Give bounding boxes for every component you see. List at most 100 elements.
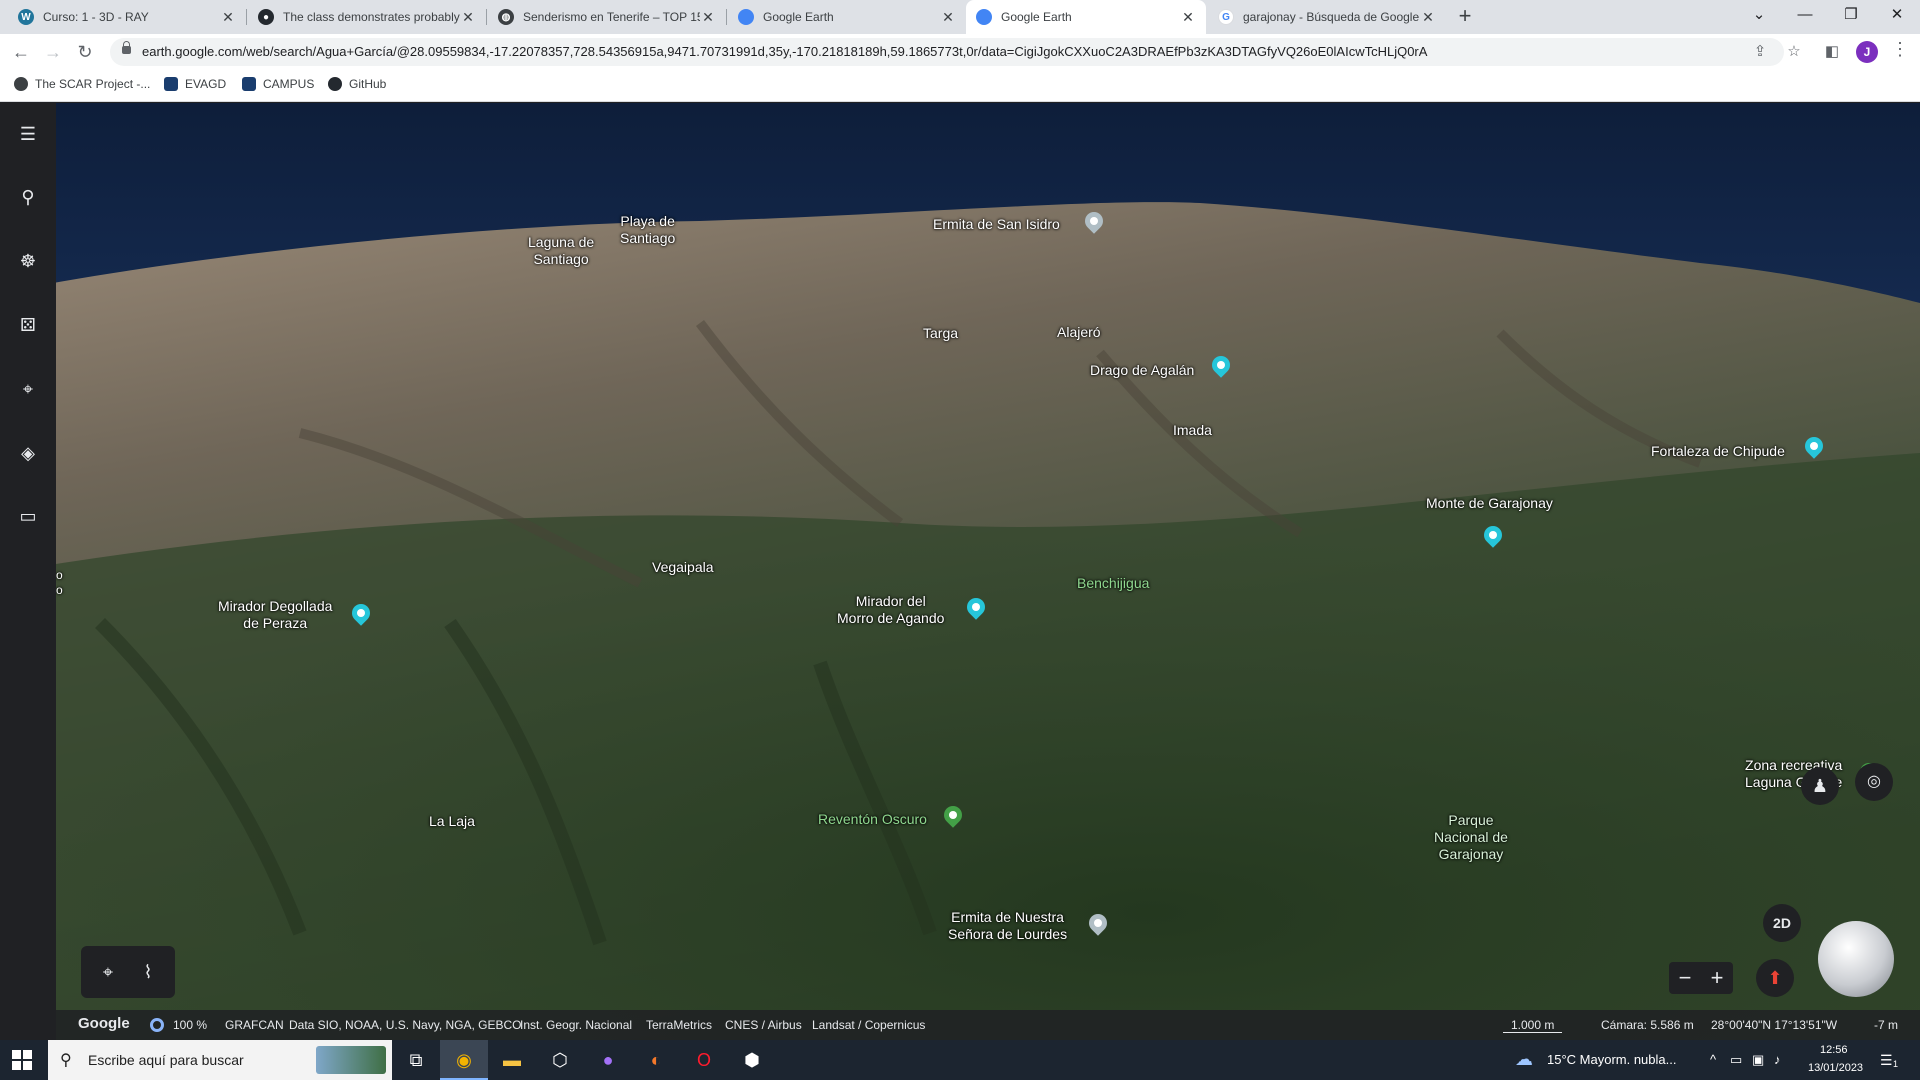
earth-viewport[interactable]: Playa de Santiago Laguna de Santiago Erm… bbox=[0, 103, 1920, 1040]
close-icon[interactable]: ✕ bbox=[700, 9, 716, 26]
zoom-out-button[interactable]: − bbox=[1669, 962, 1701, 994]
blender-icon[interactable]: ◐ bbox=[632, 1040, 680, 1080]
place-label[interactable]: Fortaleza de Chipude bbox=[1651, 443, 1785, 460]
close-icon[interactable]: ✕ bbox=[940, 9, 956, 26]
elevation: -7 m bbox=[1874, 1018, 1898, 1032]
network-icon[interactable]: ▣ bbox=[1752, 1052, 1764, 1068]
tab-title: The class demonstrates probably bbox=[283, 10, 460, 24]
tab-title: Google Earth bbox=[763, 10, 834, 24]
task-view-icon[interactable]: ⧉ bbox=[392, 1040, 440, 1080]
bookmark-campus[interactable]: CAMPUS bbox=[242, 77, 314, 91]
place-label[interactable]: La Laja bbox=[429, 813, 475, 830]
bookmark-label: CAMPUS bbox=[263, 77, 315, 91]
place-label[interactable]: Drago de Agalán bbox=[1090, 362, 1194, 379]
search-highlight-image[interactable] bbox=[316, 1046, 386, 1074]
close-window-button[interactable]: ✕ bbox=[1874, 0, 1920, 30]
notifications-icon[interactable]: ☰ bbox=[1880, 1052, 1893, 1069]
address-bar[interactable]: earth.google.com/web/search/Agua+García/… bbox=[110, 38, 1784, 66]
browser-menu-icon[interactable]: ⋮ bbox=[1890, 39, 1910, 60]
map-style-icon[interactable]: ◈ bbox=[14, 439, 42, 467]
zoom-in-button[interactable]: + bbox=[1701, 962, 1733, 994]
file-explorer-icon[interactable]: ▬ bbox=[488, 1040, 536, 1080]
place-label[interactable]: Playa de Santiago bbox=[620, 213, 675, 247]
projects-icon[interactable]: ⌖ bbox=[14, 375, 42, 403]
tab-google-earth-active[interactable]: Google Earth ✕ bbox=[966, 0, 1206, 34]
place-label[interactable]: Parque Nacional de Garajonay bbox=[1434, 812, 1508, 863]
place-label[interactable]: Laguna de Santiago bbox=[528, 234, 594, 268]
bookmark-evagd[interactable]: EVAGD bbox=[164, 77, 226, 91]
voyager-icon[interactable]: ☸ bbox=[14, 247, 42, 275]
place-label[interactable]: Ermita de San Isidro bbox=[933, 216, 1060, 233]
new-tab-button[interactable]: + bbox=[1452, 4, 1478, 30]
terrain-imagery[interactable] bbox=[0, 103, 1920, 1040]
hamburger-menu-icon[interactable]: ☰ bbox=[14, 120, 42, 148]
tab-senderismo[interactable]: ◍ Senderismo en Tenerife – TOP 15 ✕ bbox=[488, 0, 726, 34]
place-label[interactable]: Alajeró bbox=[1057, 324, 1101, 341]
close-icon[interactable]: ✕ bbox=[460, 9, 476, 26]
restore-button[interactable]: ❐ bbox=[1828, 0, 1874, 30]
weather-icon[interactable]: ☁ bbox=[1515, 1049, 1533, 1070]
tab-google-search[interactable]: G garajonay - Búsqueda de Google ✕ bbox=[1208, 0, 1446, 34]
close-icon[interactable]: ✕ bbox=[1180, 9, 1196, 26]
browser-toolbar: ← → ↻ earth.google.com/web/search/Agua+G… bbox=[0, 34, 1920, 70]
bookmark-star-icon[interactable]: ☆ bbox=[1784, 42, 1804, 62]
place-label[interactable]: Ermita de Nuestra Señora de Lourdes bbox=[948, 909, 1067, 943]
minimize-button[interactable]: — bbox=[1782, 0, 1828, 30]
attribution-source[interactable]: Data SIO, NOAA, U.S. Navy, NGA, GEBCO bbox=[289, 1018, 522, 1032]
attribution-source[interactable]: Inst. Geogr. Nacional bbox=[520, 1018, 632, 1032]
add-placemark-icon[interactable]: ⌖ bbox=[95, 959, 121, 985]
tab-search-button[interactable]: ⌄ bbox=[1736, 0, 1782, 30]
side-panel-icon[interactable]: ◧ bbox=[1822, 42, 1842, 62]
my-location-icon[interactable]: ◎ bbox=[1855, 763, 1893, 801]
attribution-source[interactable]: GRAFCAN bbox=[225, 1018, 284, 1032]
profile-avatar[interactable]: J bbox=[1856, 41, 1878, 63]
pegman-icon[interactable]: ♟ bbox=[1801, 767, 1839, 805]
scale-bar[interactable]: 1.000 m bbox=[1503, 1018, 1563, 1033]
taskbar-search[interactable]: ⚲ Escribe aquí para buscar bbox=[48, 1040, 392, 1080]
windows-start-icon[interactable] bbox=[12, 1050, 32, 1070]
bookmark-github[interactable]: GitHub bbox=[328, 77, 386, 91]
unity-icon[interactable]: ⬡ bbox=[536, 1040, 584, 1080]
unity-hub-icon[interactable]: ⬢ bbox=[728, 1040, 776, 1080]
close-icon[interactable]: ✕ bbox=[1420, 9, 1436, 26]
place-label[interactable]: Targa bbox=[923, 325, 958, 342]
clock-time[interactable]: 12:56 bbox=[1820, 1044, 1848, 1056]
place-label[interactable]: Vegaipala bbox=[652, 559, 714, 576]
attribution-source[interactable]: Landsat / Copernicus bbox=[812, 1018, 925, 1032]
view-2d-button[interactable]: 2D bbox=[1763, 904, 1801, 942]
place-label[interactable]: Reventón Oscuro bbox=[818, 811, 927, 828]
forward-button[interactable]: → bbox=[40, 39, 66, 65]
measure-icon[interactable]: ▭ bbox=[14, 502, 42, 530]
tab-curso[interactable]: W Curso: 1 - 3D - RAY ✕ bbox=[8, 0, 246, 34]
close-icon[interactable]: ✕ bbox=[220, 9, 236, 26]
back-button[interactable]: ← bbox=[8, 39, 34, 65]
opera-icon[interactable]: O bbox=[680, 1040, 728, 1080]
bookmark-scar[interactable]: The SCAR Project -... bbox=[14, 77, 150, 91]
tab-google-earth-1[interactable]: Google Earth ✕ bbox=[728, 0, 966, 34]
compass-icon[interactable]: ⬆ bbox=[1756, 959, 1794, 997]
tab-github-class[interactable]: ● The class demonstrates probably ✕ bbox=[248, 0, 486, 34]
reload-button[interactable]: ↻ bbox=[72, 39, 98, 65]
feeling-lucky-icon[interactable]: ⚄ bbox=[14, 311, 42, 339]
meet-now-icon[interactable]: ▭ bbox=[1730, 1052, 1742, 1068]
clock-date[interactable]: 13/01/2023 bbox=[1808, 1062, 1863, 1074]
place-label[interactable]: Imada bbox=[1173, 422, 1212, 439]
search-icon[interactable]: ⚲ bbox=[14, 183, 42, 211]
place-label[interactable]: Mirador del Morro de Agando bbox=[837, 593, 944, 627]
attribution-source[interactable]: TerraMetrics bbox=[646, 1018, 712, 1032]
place-label[interactable]: Monte de Garajonay bbox=[1426, 495, 1553, 512]
tab-title: Senderismo en Tenerife – TOP 15 bbox=[523, 10, 700, 24]
show-hidden-icons[interactable]: ^ bbox=[1710, 1052, 1716, 1067]
place-label[interactable]: Benchijigua bbox=[1077, 575, 1149, 592]
lock-icon[interactable] bbox=[122, 41, 131, 54]
volume-icon[interactable]: ♪ bbox=[1774, 1052, 1781, 1067]
weather-text[interactable]: 15°C Mayorm. nubla... bbox=[1547, 1052, 1676, 1067]
share-icon[interactable]: ⇪ bbox=[1750, 42, 1770, 62]
github-desktop-icon[interactable]: ● bbox=[584, 1040, 632, 1080]
url-text[interactable]: earth.google.com/web/search/Agua+García/… bbox=[142, 44, 1427, 59]
attribution-source[interactable]: CNES / Airbus bbox=[725, 1018, 802, 1032]
place-label[interactable]: Mirador Degollada de Peraza bbox=[218, 598, 332, 632]
globe-navigator-icon[interactable] bbox=[1818, 921, 1894, 997]
chrome-icon[interactable]: ◉ bbox=[440, 1040, 488, 1080]
draw-path-icon[interactable]: ⌇ bbox=[135, 959, 161, 985]
